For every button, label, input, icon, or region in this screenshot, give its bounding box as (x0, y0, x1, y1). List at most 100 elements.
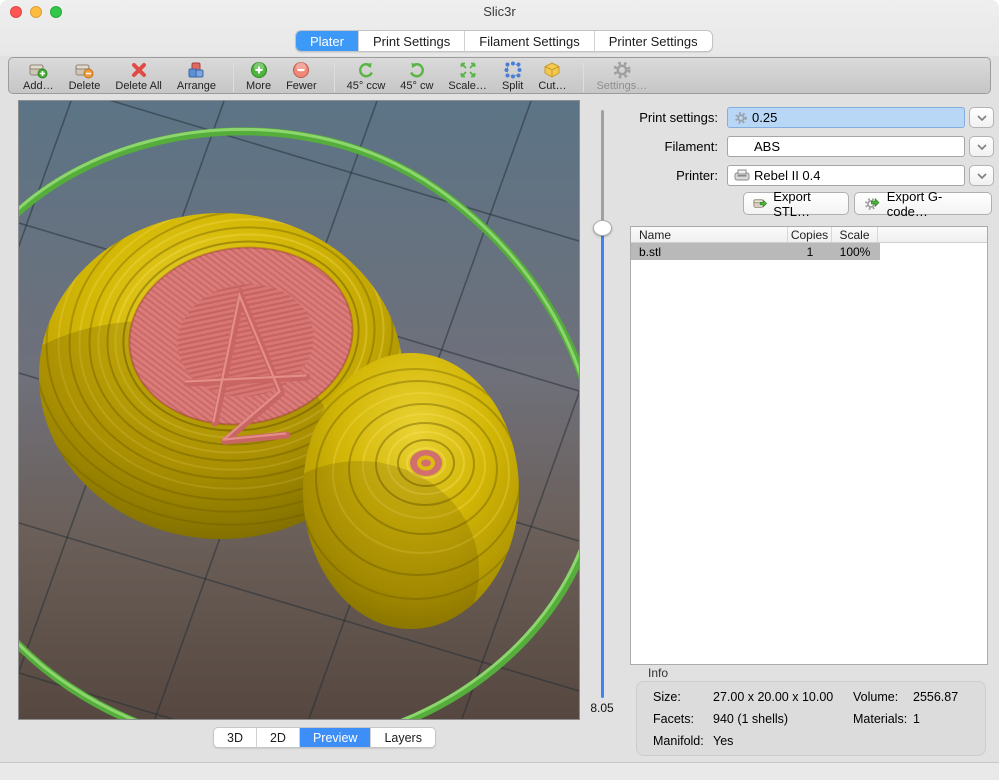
export-stl-button[interactable]: Export STL… (743, 192, 849, 215)
toolbar-separator (334, 62, 335, 92)
fewer-label: Fewer (286, 80, 317, 92)
delete-label: Delete (69, 80, 101, 92)
printer-combo[interactable]: Rebel II 0.4 (727, 165, 965, 186)
box-export-icon (753, 196, 768, 212)
more-button[interactable]: More (246, 60, 271, 92)
filament-label: Filament: (618, 139, 718, 154)
info-box: Size: 27.00 x 20.00 x 10.00 Volume: 2556… (636, 681, 986, 756)
layer-slider[interactable] (600, 110, 605, 698)
chevron-down-icon (977, 115, 987, 121)
plater-toolbar: Add… Delete Delete All Arrange More (8, 57, 991, 94)
chevron-down-icon (977, 144, 987, 150)
rotate-cw-button[interactable]: 45° cw (400, 60, 433, 92)
window-title: Slic3r (0, 4, 999, 19)
gear-icon (612, 60, 632, 80)
view-tab-2d[interactable]: 2D (257, 728, 300, 747)
view-tab-layers[interactable]: Layers (371, 728, 435, 747)
facets-label: Facets: (653, 712, 694, 726)
export-stl-label: Export STL… (773, 189, 839, 219)
toolbar-separator (583, 62, 584, 92)
scale-label: Scale… (448, 80, 487, 92)
size-label: Size: (653, 690, 681, 704)
small-object-infill (410, 450, 442, 476)
window-chrome: Slic3r Plater Print Settings Filament Se… (0, 0, 999, 56)
tab-printer-settings[interactable]: Printer Settings (595, 31, 712, 51)
rotate-ccw-icon (356, 60, 376, 80)
more-label: More (246, 80, 271, 92)
gear-icon (734, 111, 748, 125)
gear-export-icon (864, 196, 882, 212)
materials-label: Materials: (853, 712, 907, 726)
tab-plater[interactable]: Plater (296, 31, 359, 51)
slic3r-window: Slic3r Plater Print Settings Filament Se… (0, 0, 999, 780)
table-row[interactable]: b.stl 1 100% (631, 243, 880, 260)
box-minus-icon (73, 60, 95, 80)
delete-all-label: Delete All (115, 80, 161, 92)
volume-label: Volume: (853, 690, 898, 704)
info-box-title: Info (648, 666, 668, 680)
tab-print-settings[interactable]: Print Settings (359, 31, 465, 51)
green-plus-icon (250, 60, 268, 80)
facets-value: 940 (1 shells) (713, 712, 788, 726)
arrange-button[interactable]: Arrange (177, 60, 216, 92)
fewer-button[interactable]: Fewer (286, 60, 317, 92)
object-list-header: Name Copies Scale (631, 227, 987, 243)
print-settings-value: 0.25 (752, 110, 777, 125)
arrange-label: Arrange (177, 80, 216, 92)
layer-height-value: 8.05 (580, 701, 624, 715)
print-settings-dropdown-button[interactable] (969, 107, 994, 128)
add-button[interactable]: Add… (23, 60, 54, 92)
split-button[interactable]: Split (502, 60, 523, 92)
printer-dropdown-button[interactable] (969, 165, 994, 186)
export-gcode-label: Export G-code… (887, 189, 982, 219)
cut-button[interactable]: Cut… (538, 60, 566, 92)
cut-label: Cut… (538, 80, 566, 92)
rotate-ccw-label: 45° ccw (347, 80, 386, 92)
layer-slider-track-upper[interactable] (601, 110, 604, 227)
rotate-cw-label: 45° cw (400, 80, 433, 92)
export-gcode-button[interactable]: Export G-code… (854, 192, 992, 215)
object-settings-button[interactable]: Settings… (596, 60, 647, 92)
column-header-copies[interactable]: Copies (788, 227, 832, 242)
view-tab-3d[interactable]: 3D (214, 728, 257, 747)
print-settings-combo[interactable]: 0.25 (727, 107, 965, 128)
cell-name: b.stl (631, 243, 788, 260)
materials-value: 1 (913, 712, 920, 726)
chevron-down-icon (977, 173, 987, 179)
view-tab-preview[interactable]: Preview (300, 728, 371, 747)
layer-slider-thumb[interactable] (593, 220, 612, 236)
box-plus-icon (27, 60, 49, 80)
scale-arrows-icon (458, 60, 478, 80)
red-x-icon (129, 60, 149, 80)
object-list-table[interactable]: Name Copies Scale b.stl 1 100% (630, 226, 988, 665)
column-header-scale[interactable]: Scale (832, 227, 878, 242)
cell-scale: 100% (832, 243, 878, 260)
add-label: Add… (23, 80, 54, 92)
split-label: Split (502, 80, 523, 92)
titlebar[interactable]: Slic3r (0, 0, 999, 22)
status-bar (0, 762, 999, 780)
print-settings-label: Print settings: (618, 110, 718, 125)
scale-button[interactable]: Scale… (448, 60, 487, 92)
column-header-name[interactable]: Name (631, 227, 788, 242)
manifold-label: Manifold: (653, 734, 704, 748)
printer-label: Printer: (618, 168, 718, 183)
cell-copies: 1 (788, 243, 832, 260)
filament-combo[interactable]: ABS (727, 136, 965, 157)
delete-all-button[interactable]: Delete All (115, 60, 161, 92)
delete-button[interactable]: Delete (69, 60, 101, 92)
red-minus-icon (292, 60, 310, 80)
printer-value: Rebel II 0.4 (754, 168, 821, 183)
filament-dropdown-button[interactable] (969, 136, 994, 157)
manifold-value: Yes (713, 734, 733, 748)
layer-slider-track-lower[interactable] (601, 227, 604, 698)
cubes-icon (185, 60, 207, 80)
3d-preview-canvas[interactable] (18, 100, 580, 720)
volume-value: 2556.87 (913, 690, 958, 704)
split-dots-icon (503, 60, 523, 80)
rotate-ccw-button[interactable]: 45° ccw (347, 60, 386, 92)
main-tab-bar: Plater Print Settings Filament Settings … (295, 30, 713, 52)
tab-filament-settings[interactable]: Filament Settings (465, 31, 594, 51)
printer-icon (734, 169, 750, 182)
rotate-cw-icon (407, 60, 427, 80)
